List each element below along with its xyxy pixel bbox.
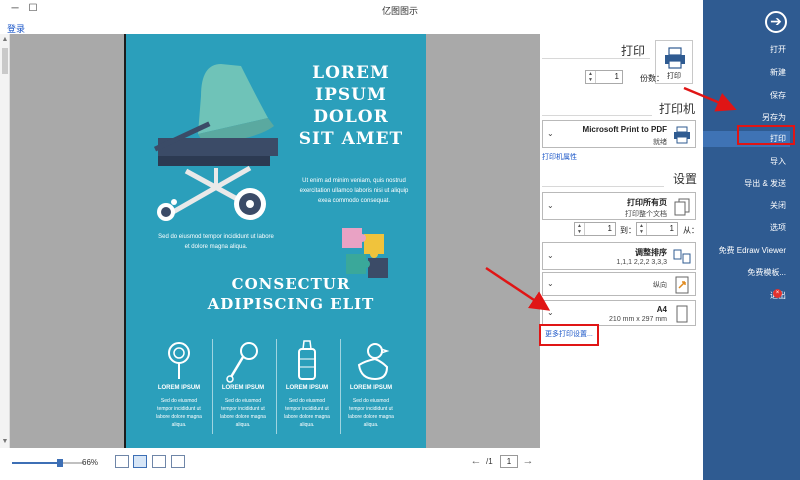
app-window: ─ ☐ 亿图图示 登录 ▲ ▼ LOREM IPSUM DOLOR SIT AM… xyxy=(0,0,800,480)
annotation-arrow xyxy=(683,86,737,112)
annotation-arrows xyxy=(485,86,737,311)
annotation-arrow xyxy=(485,266,551,311)
